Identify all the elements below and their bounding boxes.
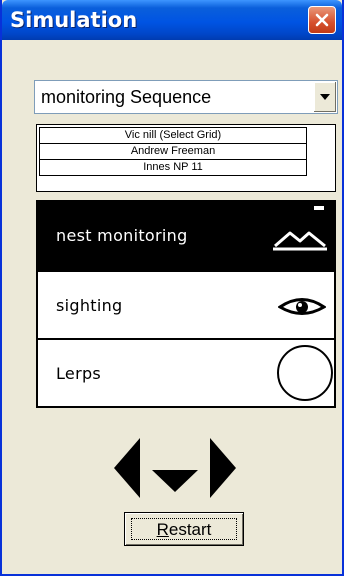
eye-icon [278,298,326,315]
simulation-window: Simulation monitoring Sequence Vic nill … [0,0,344,576]
arrow-down-icon[interactable] [152,470,198,494]
list-item-lerps[interactable]: Lerps [38,340,334,408]
window-title: Simulation [10,8,138,32]
arrow-right-icon[interactable] [208,436,238,500]
info-row-observer: Andrew Freeman [39,143,307,160]
dropdown-arrow-button[interactable] [313,82,336,112]
list-item-label: Lerps [56,364,102,383]
restart-button-label: Restart [131,518,237,540]
restart-button[interactable]: Restart [124,512,244,546]
scrollbar-thumb-indicator [314,206,324,210]
list-item-sighting[interactable]: sighting [38,272,334,340]
sequence-dropdown[interactable]: monitoring Sequence [34,80,338,114]
activity-list: nest monitoring sighting Lerps [36,200,336,408]
list-item-label: nest monitoring [56,226,188,245]
info-row-grid: Vic nill (Select Grid) [39,127,307,144]
list-item-label: sighting [56,296,123,315]
list-item-nest-monitoring[interactable]: nest monitoring [38,202,334,270]
mountain-icon [273,231,327,251]
navigation-arrows [112,436,262,500]
title-bar[interactable]: Simulation [2,0,342,40]
close-x-icon [315,13,329,27]
sequence-dropdown-value: monitoring Sequence [41,87,212,107]
circle-icon [277,345,333,401]
close-button[interactable] [308,6,336,34]
arrow-left-icon[interactable] [112,436,142,500]
chevron-down-icon [320,94,330,100]
info-panel: Vic nill (Select Grid) Andrew Freeman In… [36,124,336,192]
info-row-location: Innes NP 11 [39,159,307,176]
